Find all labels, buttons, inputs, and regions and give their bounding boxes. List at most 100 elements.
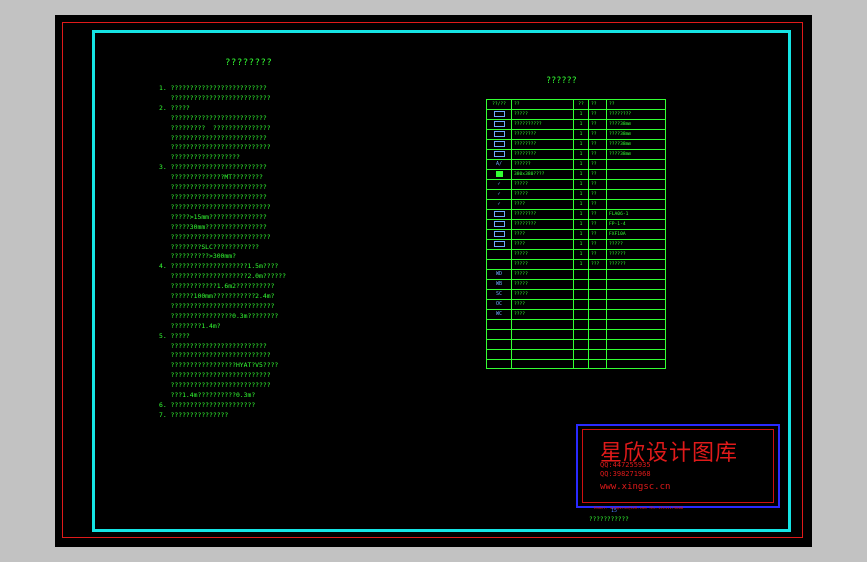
cad-drawing-canvas[interactable]: ???????? 1. ????????????????????????? ??… xyxy=(55,15,812,547)
notes-line: ????????????????0.3m???????? xyxy=(159,311,279,320)
notes-line: ?????????????????????????? xyxy=(159,381,271,390)
table-unit-cell xyxy=(588,358,607,370)
notes-line: ????????? ??????????????? xyxy=(159,123,271,132)
table-symbol-cell xyxy=(486,169,512,180)
table-note-cell xyxy=(606,299,666,310)
table-note-cell xyxy=(606,179,666,190)
table-symbol-cell xyxy=(486,328,512,340)
table-symbol-cell: SC xyxy=(486,289,512,300)
table-symbol-cell xyxy=(486,219,512,230)
table-symbol-cell: ✓ xyxy=(486,199,512,210)
notes-line: ?????????????????????????? xyxy=(159,93,271,102)
table-row: ???? 1?? FXF10A xyxy=(486,229,666,240)
notes-line: ????????????????????2.0m?????? xyxy=(159,272,286,281)
table-unit-cell xyxy=(588,309,607,320)
device-symbol-icon xyxy=(493,210,505,217)
table-note-cell xyxy=(606,279,666,290)
check-icon: ✓ xyxy=(497,201,501,207)
notes-line: ????????????????????????? xyxy=(159,192,267,201)
table-unit-cell: ??? xyxy=(588,259,607,270)
notes-line: ??????100mm???????????2.4m? xyxy=(159,292,275,301)
table-name-cell xyxy=(511,319,574,330)
table-qty-cell xyxy=(573,289,589,300)
table-qty-cell: 1 xyxy=(573,199,589,210)
table-row: ???? 1??????? xyxy=(486,239,666,250)
table-unit-cell xyxy=(588,299,607,310)
table-symbol-cell xyxy=(486,149,512,160)
check-icon: ✓ xyxy=(497,191,501,197)
notes-line: ??????????????MT???????? xyxy=(159,173,263,182)
materials-table-title: ?????? xyxy=(546,76,577,86)
stamp-url: www.xingsc.cn xyxy=(600,482,671,492)
symbol-code: WC xyxy=(495,311,503,317)
notes-line: ????????SLC???????????? xyxy=(159,242,260,251)
table-name-cell: ?????????? xyxy=(511,119,574,130)
table-qty-cell: 1 xyxy=(573,259,589,270)
notes-line: 5. ????? xyxy=(159,331,190,340)
notes-line: ?????30mm???????????????? xyxy=(159,222,267,231)
table-note-cell xyxy=(606,319,666,330)
table-name-cell: ???????? xyxy=(511,129,574,140)
table-symbol-cell xyxy=(486,209,512,220)
table-qty-cell: 1 xyxy=(573,109,589,120)
table-symbol-cell xyxy=(486,259,512,270)
table-unit-cell: ?? xyxy=(588,149,607,160)
notes-line: ?????????????????????????? xyxy=(159,143,271,152)
table-note-cell xyxy=(606,269,666,280)
table-note-cell xyxy=(606,338,666,350)
table-name-cell: ???? xyxy=(511,199,574,210)
table-qty-cell: 1 xyxy=(573,159,589,170)
notes-line: ??????????????????????????? xyxy=(159,301,275,310)
table-qty-cell: 1 xyxy=(573,179,589,190)
table-unit-cell xyxy=(588,328,607,340)
table-row xyxy=(486,319,666,330)
table-name-cell xyxy=(511,328,574,340)
table-note-cell: ????38mm xyxy=(606,149,666,160)
stamp-marker: 15 xyxy=(611,508,618,514)
materials-table: ??/??????????????? 1???????????????????? 1… xyxy=(486,99,666,370)
table-name-cell: ???? xyxy=(511,299,574,310)
table-unit-cell: ?? xyxy=(588,239,607,250)
table-row xyxy=(486,348,666,360)
table-name-cell: ???? xyxy=(511,309,574,320)
device-symbol-icon xyxy=(493,220,505,227)
table-note-cell: ????38mm xyxy=(606,129,666,140)
table-row: ???????? 1?? FP-1-4 xyxy=(486,219,666,230)
table-unit-cell xyxy=(588,289,607,300)
table-qty-cell xyxy=(573,269,589,280)
table-note-cell xyxy=(606,199,666,210)
device-symbol-icon xyxy=(493,150,505,157)
table-note-cell: ???????? xyxy=(606,109,666,120)
table-symbol-cell xyxy=(486,239,512,250)
table-note-cell xyxy=(606,358,666,370)
table-symbol-cell xyxy=(486,229,512,240)
notes-line: ????????????1.6m2?????????? xyxy=(159,282,275,291)
table-unit-cell: ?? xyxy=(588,189,607,200)
device-symbol-icon xyxy=(493,240,505,247)
table-note-cell: ????38mm xyxy=(606,139,666,150)
table-row: 380x380???? 1?? xyxy=(486,169,666,180)
table-note-cell: FXF10A xyxy=(606,229,666,240)
table-row: WC???? xyxy=(486,309,666,320)
table-row xyxy=(486,358,666,370)
table-qty-cell xyxy=(573,319,589,330)
table-note-cell xyxy=(606,328,666,340)
table-symbol-cell: ✓ xyxy=(486,189,512,200)
table-row: WB????? xyxy=(486,279,666,290)
table-unit-cell: ?? xyxy=(588,169,607,180)
table-name-cell: ????? xyxy=(511,279,574,290)
table-qty-cell: 1 xyxy=(573,249,589,260)
design-notes-text: 1. ????????????????????????? ???????????… xyxy=(159,84,349,421)
notes-title: ???????? xyxy=(225,58,273,68)
table-name-cell: ????? xyxy=(511,269,574,280)
table-symbol-cell xyxy=(486,338,512,350)
table-unit-cell: ?? xyxy=(588,229,607,240)
filled-box-icon xyxy=(495,170,503,177)
stamp-caption: ??????????? xyxy=(589,516,629,523)
notes-line: 4. ????????????????????1.5m???? xyxy=(159,262,279,271)
symbol-code: WB xyxy=(495,281,503,287)
table-qty-cell xyxy=(573,299,589,310)
table-name-cell xyxy=(511,358,574,370)
device-symbol-icon xyxy=(493,130,505,137)
table-qty-cell: 1 xyxy=(573,239,589,250)
